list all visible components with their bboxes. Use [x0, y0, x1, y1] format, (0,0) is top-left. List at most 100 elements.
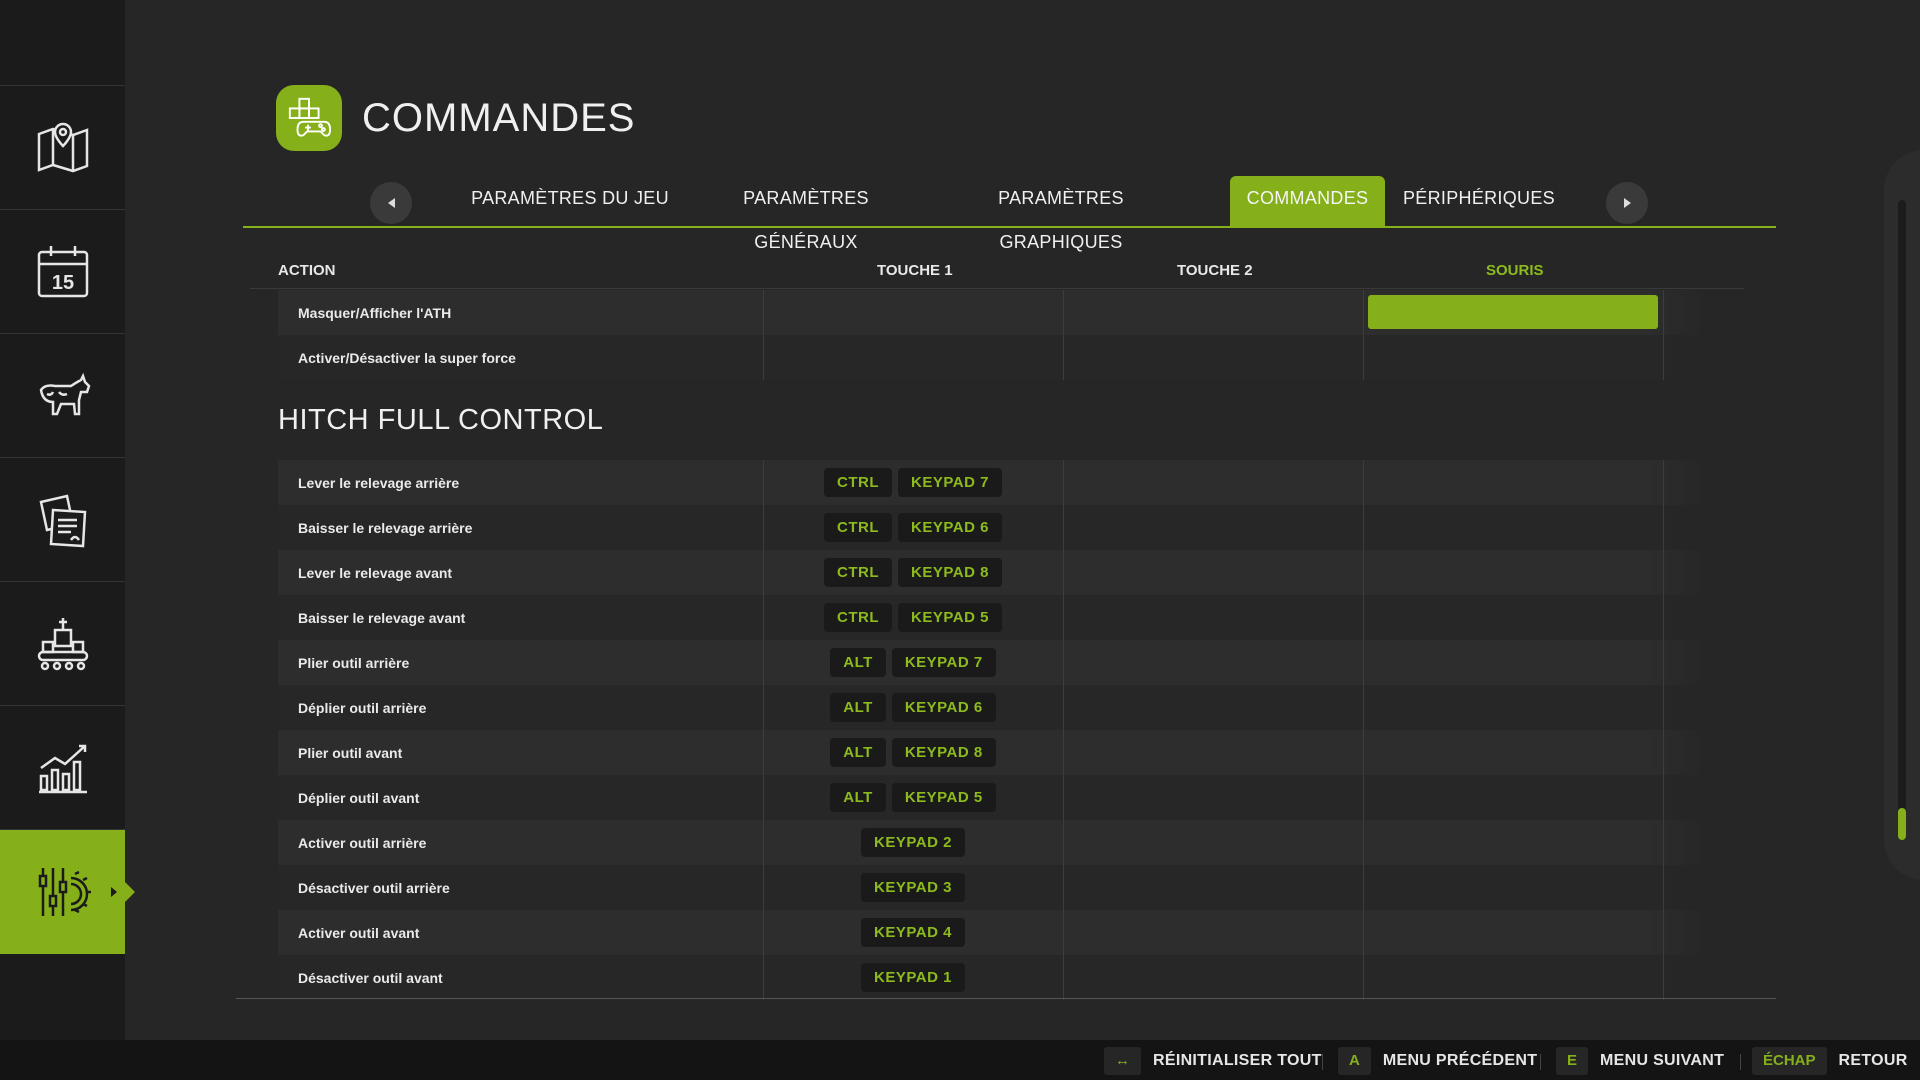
- key1-cell[interactable]: CTRL KEYPAD 6: [763, 505, 1063, 550]
- sidebar-item-production[interactable]: [0, 582, 125, 706]
- binding-key: KEYPAD 7: [898, 468, 1002, 497]
- column-divider: [1663, 460, 1664, 1000]
- table-row[interactable]: Baisser le relevage avant CTRL KEYPAD 5: [278, 595, 1706, 640]
- table-row[interactable]: Activer/Désactiver la super force: [278, 335, 1706, 380]
- table-row[interactable]: Activer outil arrière KEYPAD 2: [278, 820, 1706, 865]
- prev-label: MENU PRÉCÉDENT: [1382, 1052, 1538, 1069]
- scrollbar-track[interactable]: [1898, 200, 1906, 840]
- tab-bar: PARAMÈTRES DU JEU PARAMÈTRES GÉNÉRAUX PA…: [243, 176, 1776, 252]
- statistics-icon: [38, 744, 87, 793]
- tab-game-settings[interactable]: PARAMÈTRES DU JEU: [465, 176, 675, 226]
- key1-cell[interactable]: KEYPAD 3: [763, 865, 1063, 910]
- sidebar-item-contracts[interactable]: [0, 458, 125, 582]
- tab-peripherals[interactable]: PÉRIPHÉRIQUES: [1403, 176, 1555, 226]
- table-row[interactable]: Baisser le relevage arrière CTRL KEYPAD …: [278, 505, 1706, 550]
- binding-key: KEYPAD 5: [891, 783, 996, 812]
- sidebar-item-settings[interactable]: [0, 830, 135, 954]
- tab-graphics-settings[interactable]: PARAMÈTRES GRAPHIQUES: [936, 176, 1186, 252]
- table-row[interactable]: Désactiver outil avant KEYPAD 1: [278, 955, 1706, 1000]
- mouse-binding-selected[interactable]: [1368, 295, 1658, 329]
- row-label: Déplier outil avant: [298, 789, 420, 806]
- row-label: Lever le relevage avant: [298, 564, 453, 581]
- arrow-left-icon: [387, 198, 395, 208]
- modifier-key: ALT: [830, 738, 886, 767]
- prev-key: A: [1338, 1047, 1371, 1075]
- section-title: HITCH FULL CONTROL: [278, 404, 604, 436]
- row-label: Désactiver outil arrière: [298, 879, 450, 896]
- row-label: Activer/Désactiver la super force: [298, 349, 516, 366]
- table-row[interactable]: Lever le relevage avant CTRL KEYPAD 8: [278, 550, 1706, 595]
- previous-menu-button[interactable]: A MENU PRÉCÉDENT: [1338, 1047, 1537, 1075]
- modifier-key: ALT: [830, 648, 886, 677]
- controls-page-icon: [276, 85, 342, 151]
- key1-cell[interactable]: KEYPAD 1: [763, 955, 1063, 1000]
- column-header-key2: TOUCHE 2: [1177, 262, 1253, 279]
- table-bottom-divider: [236, 998, 1776, 999]
- sidebar-item-animals[interactable]: [0, 334, 125, 458]
- row-label: Plier outil arrière: [298, 654, 410, 671]
- table-row[interactable]: Déplier outil avant ALT KEYPAD 5: [278, 775, 1706, 820]
- key1-cell[interactable]: ALT KEYPAD 8: [763, 730, 1063, 775]
- calendar-icon: 15: [37, 245, 88, 297]
- key1-cell[interactable]: ALT KEYPAD 7: [763, 640, 1063, 685]
- tab-next-button[interactable]: [1606, 182, 1648, 224]
- sidebar-top: [0, 0, 125, 86]
- footer-bar: ↔ RÉINITIALISER TOUT A MENU PRÉCÉDENT E …: [0, 1040, 1920, 1080]
- modifier-key: CTRL: [824, 468, 893, 497]
- modifier-key: CTRL: [824, 558, 893, 587]
- binding-key: KEYPAD 8: [898, 558, 1002, 587]
- row-label: Baisser le relevage arrière: [298, 519, 473, 536]
- row-label: Activer outil avant: [298, 924, 420, 941]
- column-divider: [763, 460, 764, 1000]
- binding-key: KEYPAD 6: [898, 513, 1002, 542]
- table-row[interactable]: Masquer/Afficher l'ATH: [278, 290, 1706, 335]
- back-key: ÉCHAP: [1752, 1047, 1827, 1075]
- key1-cell[interactable]: CTRL KEYPAD 7: [763, 460, 1063, 505]
- sidebar-item-map[interactable]: [0, 86, 125, 210]
- column-header-action: ACTION: [278, 262, 336, 279]
- row-label: Activer outil arrière: [298, 834, 427, 851]
- key1-cell[interactable]: KEYPAD 2: [763, 820, 1063, 865]
- next-menu-button[interactable]: E MENU SUIVANT: [1556, 1047, 1724, 1075]
- modifier-key: CTRL: [824, 513, 893, 542]
- tab-prev-button[interactable]: [370, 182, 412, 224]
- map-icon: [37, 122, 88, 172]
- footer-separator: [1322, 1054, 1323, 1070]
- tab-controls[interactable]: COMMANDES: [1230, 176, 1385, 226]
- key1-cell[interactable]: CTRL KEYPAD 8: [763, 550, 1063, 595]
- sidebar: 15: [0, 0, 135, 1040]
- active-indicator: [125, 882, 135, 902]
- reset-label: RÉINITIALISER TOUT: [1153, 1052, 1322, 1069]
- binding-key: KEYPAD 3: [861, 873, 965, 902]
- table-row[interactable]: Plier outil arrière ALT KEYPAD 7: [278, 640, 1706, 685]
- binding-key: KEYPAD 1: [861, 963, 965, 992]
- binding-key: KEYPAD 2: [861, 828, 965, 857]
- reset-all-button[interactable]: ↔ RÉINITIALISER TOUT: [1104, 1047, 1322, 1075]
- row-label: Plier outil avant: [298, 744, 403, 761]
- row-label: Masquer/Afficher l'ATH: [298, 304, 452, 321]
- back-button[interactable]: ÉCHAP RETOUR: [1752, 1047, 1908, 1075]
- row-label: Déplier outil arrière: [298, 699, 427, 716]
- table-row[interactable]: Activer outil avant KEYPAD 4: [278, 910, 1706, 955]
- sidebar-item-statistics[interactable]: [0, 706, 125, 830]
- page-title: COMMANDES: [362, 96, 636, 140]
- table-row[interactable]: Déplier outil arrière ALT KEYPAD 6: [278, 685, 1706, 730]
- sidebar-item-calendar[interactable]: 15: [0, 210, 125, 334]
- scrollbar-thumb[interactable]: [1898, 808, 1906, 840]
- key1-cell[interactable]: KEYPAD 4: [763, 910, 1063, 955]
- table-row[interactable]: Lever le relevage arrière CTRL KEYPAD 7: [278, 460, 1706, 505]
- column-divider: [763, 290, 764, 380]
- column-divider: [1663, 290, 1664, 380]
- settings-icon: [38, 868, 91, 916]
- tab-general-settings[interactable]: PARAMÈTRES GÉNÉRAUX: [693, 176, 919, 252]
- row-label: Lever le relevage arrière: [298, 474, 460, 491]
- key1-cell[interactable]: CTRL KEYPAD 5: [763, 595, 1063, 640]
- key1-cell[interactable]: ALT KEYPAD 6: [763, 685, 1063, 730]
- binding-key: KEYPAD 7: [891, 648, 996, 677]
- binding-key: KEYPAD 5: [898, 603, 1002, 632]
- column-divider: [1063, 290, 1064, 380]
- key1-cell[interactable]: ALT KEYPAD 5: [763, 775, 1063, 820]
- table-row[interactable]: Plier outil avant ALT KEYPAD 8: [278, 730, 1706, 775]
- table-row[interactable]: Désactiver outil arrière KEYPAD 3: [278, 865, 1706, 910]
- calendar-number: 15: [51, 272, 73, 294]
